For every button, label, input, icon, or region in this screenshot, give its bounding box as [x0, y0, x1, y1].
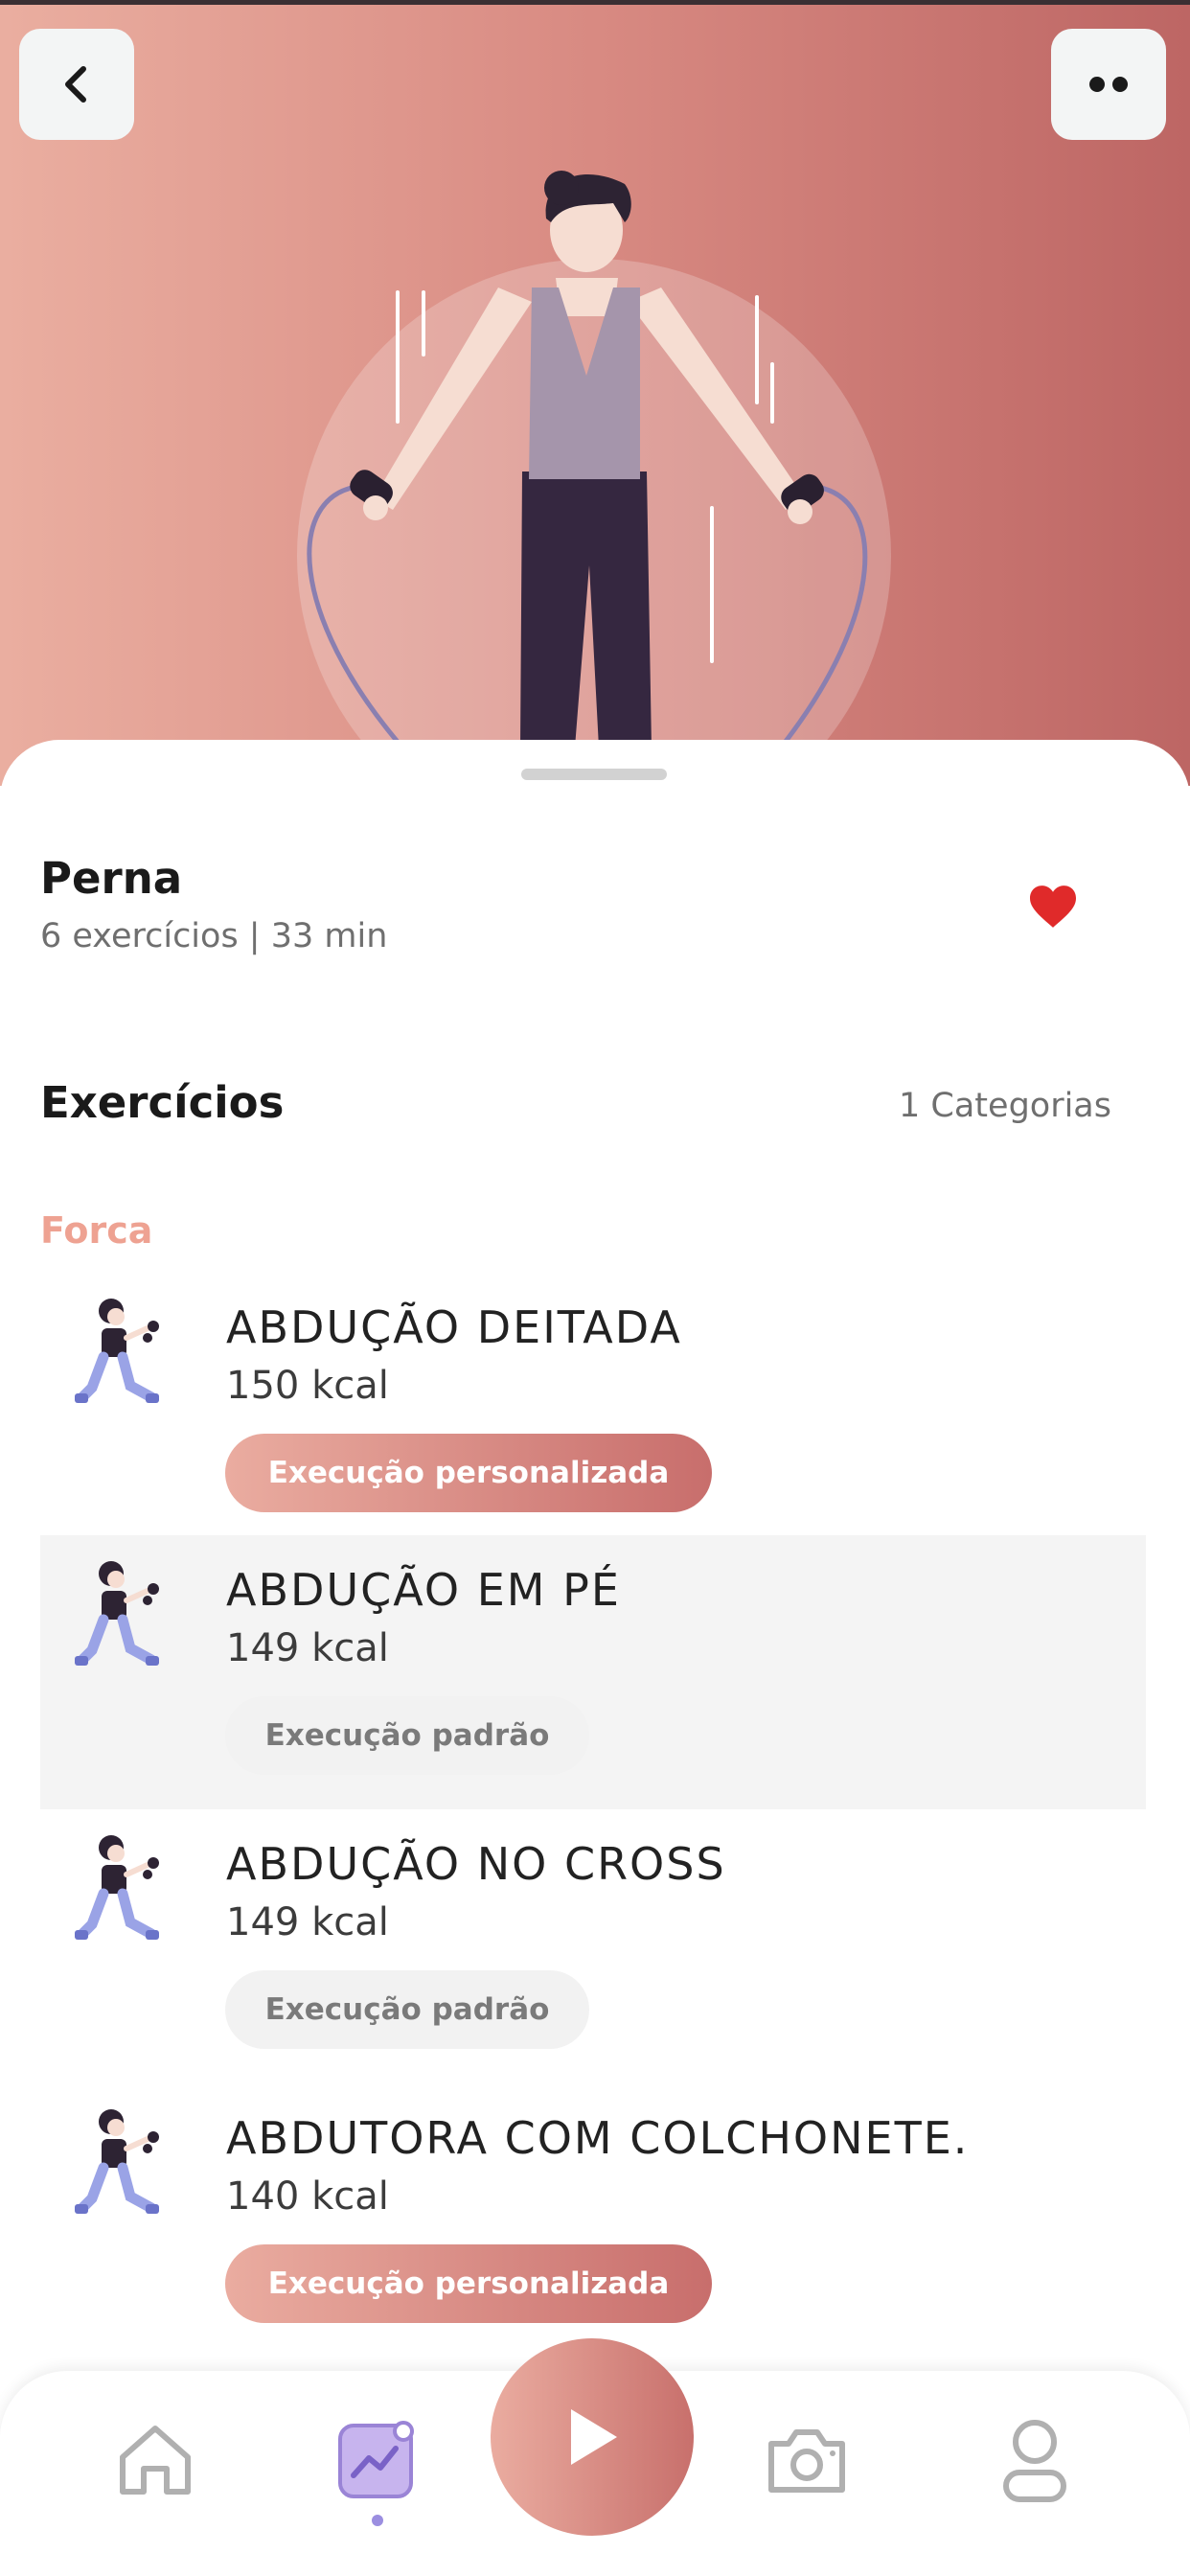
exercise-name: ABDUÇÃO EM PÉ: [226, 1564, 621, 1616]
nav-home[interactable]: [107, 2411, 203, 2507]
nav-profile[interactable]: [987, 2407, 1083, 2513]
favorite-button[interactable]: [1027, 884, 1079, 933]
exercises-heading: Exercícios: [40, 1077, 285, 1128]
exercise-kcal: 140 kcal: [226, 2174, 389, 2219]
two-dots-icon: [1089, 77, 1128, 92]
nav-progress[interactable]: [330, 2411, 425, 2526]
profile-icon: [1003, 2420, 1066, 2502]
exercise-kcal: 149 kcal: [226, 1900, 389, 1944]
exercise-name: ABDUÇÃO DEITADA: [226, 1301, 682, 1353]
categories-count[interactable]: 1 Categorias: [899, 1087, 1111, 1125]
category-label: Forca: [40, 1209, 153, 1252]
hero-banner: [0, 0, 1190, 786]
jump-rope-illustration: [297, 171, 891, 786]
exercise-thumbnail-icon: [75, 1561, 159, 1666]
execution-tag[interactable]: Execução padrão: [225, 1696, 589, 1775]
home-icon: [120, 2426, 191, 2495]
exercise-thumbnail-icon: [75, 1299, 159, 1403]
exercise-row[interactable]: ABDUÇÃO EM PÉ 149 kcal Execução padrão: [40, 1535, 1146, 1809]
exercise-kcal: 149 kcal: [226, 1626, 389, 1670]
top-status-line: [0, 0, 1190, 5]
exercise-row[interactable]: ABDUÇÃO NO CROSS 149 kcal Execução padrã…: [40, 1809, 1146, 2083]
play-icon: [571, 2409, 617, 2465]
back-button[interactable]: [19, 29, 134, 140]
exercise-row[interactable]: ABDUTORA COM COLCHONETE. 140 kcal Execuç…: [40, 2083, 1146, 2358]
workout-sheet: Perna 6 exercícios | 33 min Exercícios 1…: [0, 740, 1190, 2576]
exercise-row[interactable]: ABDUÇÃO DEITADA 150 kcal Execução person…: [40, 1273, 1146, 1547]
exercise-thumbnail-icon: [75, 2109, 159, 2214]
workout-subtitle: 6 exercícios | 33 min: [40, 917, 388, 955]
exercise-kcal: 150 kcal: [226, 1364, 389, 1408]
more-options-button[interactable]: [1051, 29, 1166, 140]
execution-tag[interactable]: Execução personalizada: [225, 1434, 712, 1512]
workout-title: Perna: [40, 853, 183, 904]
heart-icon: [1030, 886, 1076, 928]
exercise-name: ABDUÇÃO NO CROSS: [226, 1838, 726, 1890]
chevron-left-icon: [65, 66, 86, 103]
play-workout-button[interactable]: [491, 2338, 694, 2536]
exercise-thumbnail-icon: [75, 1835, 159, 1940]
exercise-name: ABDUTORA COM COLCHONETE.: [226, 2112, 970, 2164]
camera-icon: [768, 2429, 845, 2493]
nav-active-indicator: [372, 2515, 383, 2526]
execution-tag[interactable]: Execução padrão: [225, 1970, 589, 2049]
nav-camera[interactable]: [759, 2411, 855, 2507]
drag-handle[interactable]: [521, 769, 667, 780]
execution-tag[interactable]: Execução personalizada: [225, 2244, 712, 2323]
chart-icon: [338, 2421, 414, 2498]
